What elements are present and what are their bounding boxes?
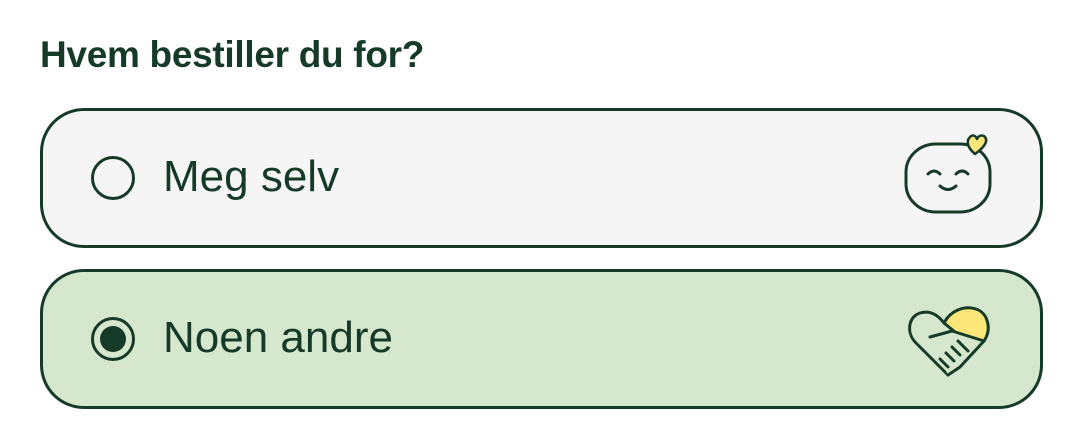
option-label-noen-andre: Noen andre bbox=[163, 313, 393, 362]
question-title: Hvem bestiller du for? bbox=[40, 34, 425, 75]
option-meg-selv[interactable]: Meg selv bbox=[40, 108, 1043, 248]
option-noen-andre[interactable]: Noen andre bbox=[40, 269, 1043, 409]
smiling-face-with-heart-icon bbox=[904, 134, 992, 214]
radio-button-meg-selv[interactable] bbox=[91, 156, 135, 200]
radio-button-noen-andre[interactable] bbox=[91, 317, 135, 361]
heart-handshake-icon bbox=[908, 306, 990, 377]
option-label-meg-selv: Meg selv bbox=[163, 152, 340, 201]
